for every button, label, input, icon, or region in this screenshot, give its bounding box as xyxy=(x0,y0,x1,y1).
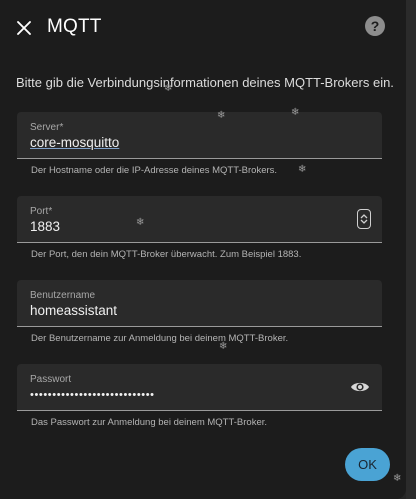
help-button[interactable]: ? xyxy=(365,16,385,36)
snowflake-icon: ❄ xyxy=(217,110,226,121)
snowflake-icon: ❄ xyxy=(298,164,307,175)
ok-button[interactable]: OK xyxy=(345,448,390,481)
port-label: Port* xyxy=(30,206,53,217)
username-label: Benutzername xyxy=(30,290,96,301)
port-helper: Der Port, den dein MQTT-Broker überwacht… xyxy=(31,249,302,260)
snowflake-icon: ❄ xyxy=(219,341,228,352)
password-input[interactable]: •••••••••••••••••••••••••••• xyxy=(30,389,155,401)
username-helper: Der Benutzername zur Anmeldung bei deine… xyxy=(31,333,289,344)
port-field[interactable]: Port* 1883 xyxy=(17,196,382,243)
server-field[interactable]: Server* core-mosquitto xyxy=(17,112,382,159)
password-field[interactable]: Passwort •••••••••••••••••••••••••••• xyxy=(17,364,382,411)
intro-text: Bitte gib die Verbindungsinformationen d… xyxy=(16,75,394,90)
server-label: Server* xyxy=(30,122,64,133)
eye-icon xyxy=(351,382,369,392)
show-password-button[interactable] xyxy=(350,378,370,396)
close-icon xyxy=(17,21,31,35)
username-field[interactable]: Benutzername homeassistant xyxy=(17,280,382,327)
snowflake-icon: ❄ xyxy=(393,473,402,484)
stepper-icon xyxy=(360,214,368,224)
username-input[interactable]: homeassistant xyxy=(30,303,117,318)
mqtt-config-dialog: MQTT ? Bitte gib die Verbindungsinformat… xyxy=(0,0,406,499)
server-input[interactable]: core-mosquitto xyxy=(30,135,119,150)
port-input[interactable]: 1883 xyxy=(30,219,60,234)
port-stepper[interactable] xyxy=(357,209,371,229)
dialog-title: MQTT xyxy=(47,16,102,37)
snowflake-icon: ❄ xyxy=(291,107,300,118)
close-button[interactable] xyxy=(10,14,38,42)
help-circle-icon: ? xyxy=(370,18,380,34)
snowflake-icon: ❄ xyxy=(136,217,145,228)
server-helper: Der Hostname oder die IP-Adresse deines … xyxy=(31,165,278,176)
password-label: Passwort xyxy=(30,374,72,385)
background-edge: ❄ xyxy=(393,0,416,499)
dialog-header: MQTT ? xyxy=(0,0,406,56)
snowflake-icon: ❄ xyxy=(164,83,173,94)
password-helper: Das Passwort zur Anmeldung bei deinem MQ… xyxy=(31,417,268,428)
